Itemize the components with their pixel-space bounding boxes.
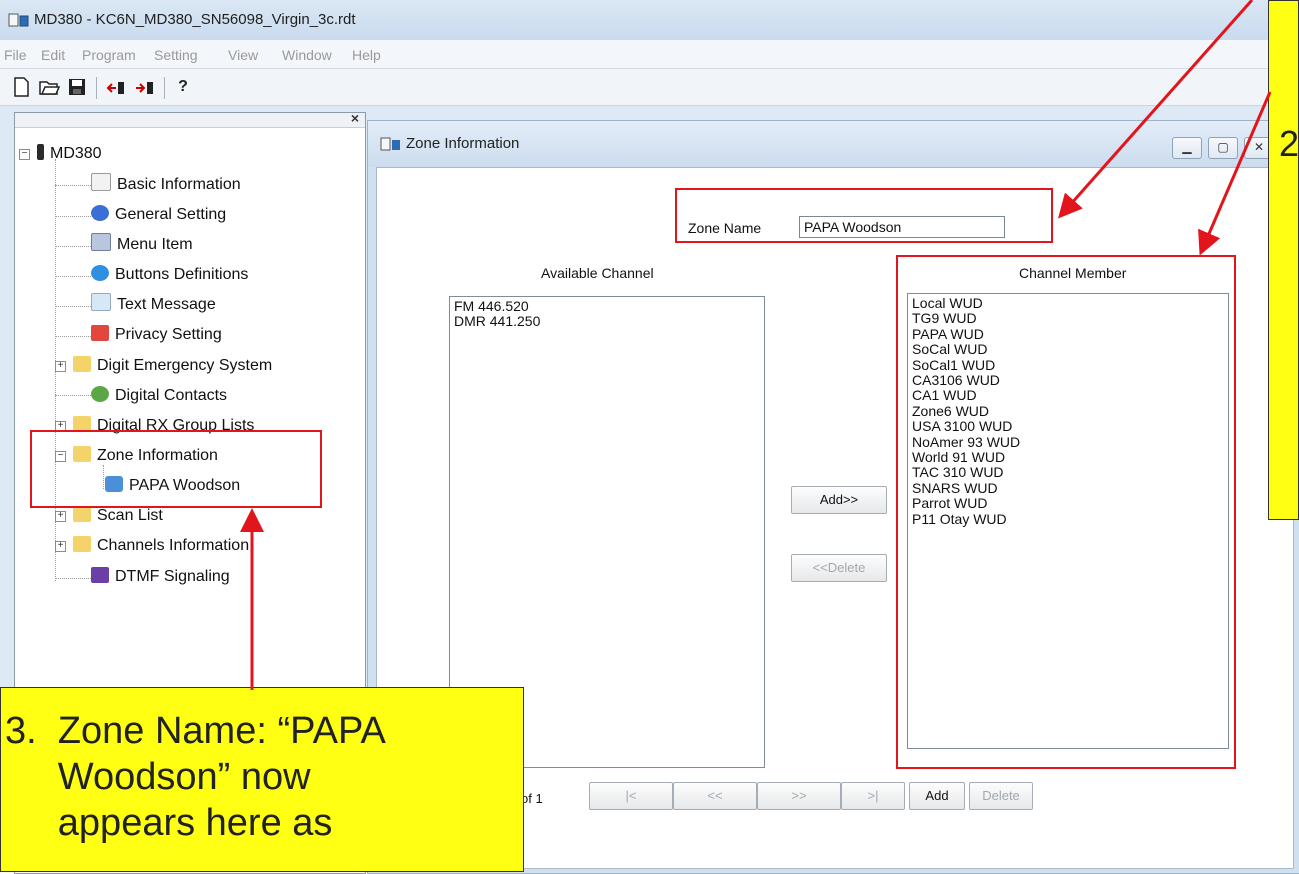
tree-item-dtmf-signaling[interactable]: DTMF Signaling — [91, 564, 230, 590]
menu-program[interactable]: Program — [82, 47, 136, 63]
new-icon[interactable] — [10, 76, 32, 98]
tree-item-digital-contacts[interactable]: Digital Contacts — [91, 383, 227, 409]
read-from-radio-icon[interactable] — [106, 76, 128, 98]
zone-name-highlight — [675, 188, 1053, 243]
menu-window[interactable]: Window — [282, 47, 332, 63]
delete-channel-button[interactable]: <<Delete — [791, 554, 887, 582]
available-channel-header: Available Channel — [541, 265, 654, 281]
maximize-icon[interactable]: ▢ — [1208, 137, 1238, 159]
tree-item-channels-information[interactable]: Channels Information — [73, 533, 249, 559]
zone-window-titlebar: Zone Information ▁ ▢ ✕ — [368, 121, 1299, 167]
bottom-callout-text: 3. Zone Name: “PAPA Woodson” now appears… — [5, 710, 386, 844]
list-item[interactable]: FM 446.520 — [454, 298, 760, 314]
expander-scan-list[interactable]: + — [55, 511, 66, 522]
menu-bar: File Edit Program Setting View Window He… — [0, 40, 1299, 69]
tree-item-digit-emergency-system[interactable]: Digit Emergency System — [73, 353, 272, 379]
next-page-button[interactable]: >> — [757, 782, 841, 810]
settings-icon — [91, 205, 109, 221]
last-page-button[interactable]: >| — [841, 782, 905, 810]
window-title: MD380 - KC6N_MD380_SN56098_Virgin_3c.rdt — [34, 11, 356, 28]
delete-zone-button[interactable]: Delete — [969, 782, 1033, 810]
save-icon[interactable] — [66, 76, 88, 98]
help-icon[interactable]: ? — [172, 76, 194, 98]
tree-root[interactable]: MD380 — [37, 141, 102, 167]
window-icon — [380, 137, 400, 151]
tree-item-text-message[interactable]: Text Message — [91, 292, 216, 318]
open-icon[interactable] — [38, 76, 60, 98]
tree-item-basic-information[interactable]: Basic Information — [91, 172, 241, 198]
right-callout: 2 — [1268, 0, 1299, 520]
privacy-icon — [91, 325, 109, 341]
previous-page-button[interactable]: << — [673, 782, 757, 810]
bottom-callout: 3. Zone Name: “PAPA Woodson” now appears… — [0, 687, 524, 872]
expander-digit-emergency[interactable]: + — [55, 361, 66, 372]
tree-item-buttons-definitions[interactable]: Buttons Definitions — [91, 262, 248, 288]
first-page-button[interactable]: |< — [589, 782, 673, 810]
contacts-icon — [91, 386, 109, 402]
menu-view[interactable]: View — [228, 47, 258, 63]
add-zone-button[interactable]: Add — [909, 782, 965, 810]
tree-item-menu-item[interactable]: Menu Item — [91, 232, 193, 258]
minimize-icon[interactable]: ▁ — [1172, 137, 1202, 159]
close-icon[interactable]: × — [351, 110, 359, 126]
buttons-icon — [91, 265, 109, 281]
expander-channels[interactable]: + — [55, 541, 66, 552]
menu-help[interactable]: Help — [352, 47, 381, 63]
dtmf-icon — [91, 567, 109, 583]
title-bar: MD380 - KC6N_MD380_SN56098_Virgin_3c.rdt — [0, 0, 1299, 40]
folder-icon — [73, 506, 91, 522]
menu-file[interactable]: File — [4, 47, 27, 63]
message-icon — [91, 293, 111, 311]
add-channel-button[interactable]: Add>> — [791, 486, 887, 514]
folder-icon — [73, 356, 91, 372]
menu-setting[interactable]: Setting — [154, 47, 198, 63]
tree-zone-highlight — [30, 430, 322, 508]
radio-icon — [37, 144, 44, 160]
write-to-radio-icon[interactable] — [134, 76, 156, 98]
list-item[interactable]: DMR 441.250 — [454, 313, 760, 329]
zone-window-title: Zone Information — [406, 135, 520, 152]
tree-item-general-setting[interactable]: General Setting — [91, 202, 226, 228]
menu-edit[interactable]: Edit — [41, 47, 65, 63]
document-icon — [91, 173, 111, 191]
tree-item-privacy-setting[interactable]: Privacy Setting — [91, 322, 222, 348]
app-icon — [8, 13, 29, 27]
channel-member-highlight — [896, 255, 1236, 769]
expander-root[interactable]: − — [19, 149, 30, 160]
right-callout-number: 2 — [1279, 123, 1299, 164]
toolbar: ? — [0, 69, 1299, 106]
menu-icon — [91, 233, 111, 251]
folder-icon — [73, 536, 91, 552]
tree-header: × — [15, 110, 365, 128]
